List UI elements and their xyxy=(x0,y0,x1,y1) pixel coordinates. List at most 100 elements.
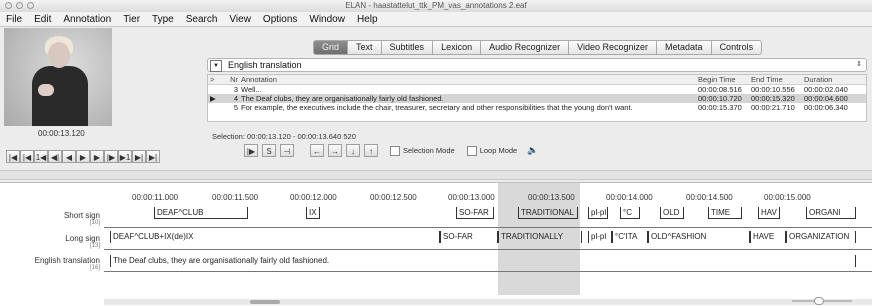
menu-options[interactable]: Options xyxy=(257,14,303,25)
media-timecode: 00:00:13.120 xyxy=(38,129,85,138)
short-sign-annotation[interactable]: IX xyxy=(306,207,320,219)
play-button[interactable]: ▶ xyxy=(76,150,90,163)
loop-mode-checkbox[interactable]: Loop Mode xyxy=(466,145,517,156)
toggle-crosshair-button[interactable]: ⊣ xyxy=(280,144,294,157)
long-sign-annotation[interactable]: pl-pl xyxy=(588,231,612,243)
short-sign-annotation[interactable]: DEAF^CLUB xyxy=(154,207,248,219)
tab-lexicon[interactable]: Lexicon xyxy=(433,40,482,55)
short-sign-annotation[interactable]: OLD xyxy=(660,207,684,219)
previous-step-button[interactable]: ◀ xyxy=(62,150,76,163)
menu-type[interactable]: Type xyxy=(146,14,180,25)
annotation-grid[interactable]: > Nr Annotation Begin Time End Time Dura… xyxy=(207,74,867,122)
time-tick: 00:00:12.500 xyxy=(370,193,417,202)
zoom-slider-knob[interactable] xyxy=(814,297,824,305)
short-sign-annotation[interactable]: SO-FAR xyxy=(456,207,494,219)
previous-frame-button[interactable]: |◀ xyxy=(20,150,34,163)
previous-second-button[interactable]: 1◀ xyxy=(34,150,48,163)
video-viewer[interactable] xyxy=(4,28,112,126)
tab-controls[interactable]: Controls xyxy=(711,40,763,55)
annotation-up-button[interactable]: ↑ xyxy=(364,144,378,157)
short-sign-annotation[interactable]: pl-pl xyxy=(588,207,608,219)
timeline-viewer[interactable]: Short sign [10] Long sign [13] English t… xyxy=(0,182,872,306)
grid-cell-annotation: The Deaf clubs, they are organisationall… xyxy=(241,94,444,103)
tab-video-recognizer[interactable]: Video Recognizer xyxy=(569,40,658,55)
tier-label-long-sign[interactable]: Long sign [13] xyxy=(0,234,100,249)
next-frame-button[interactable]: ▶| xyxy=(132,150,146,163)
video-signer-hand xyxy=(38,84,54,96)
grid-header-duration[interactable]: Duration xyxy=(804,75,859,84)
short-sign-annotation[interactable]: TRADITIONAL xyxy=(518,207,578,219)
zoom-slider[interactable] xyxy=(792,297,852,305)
waveform-strip[interactable] xyxy=(0,170,872,180)
grid-header: > Nr Annotation Begin Time End Time Dura… xyxy=(208,75,866,85)
table-row-selected[interactable]: ▶ 4 The Deaf clubs, they are organisatio… xyxy=(208,94,866,103)
tier-select-arrow-icon[interactable]: ▼ xyxy=(210,60,222,72)
tier-label-english-translation[interactable]: English translation [16] xyxy=(0,256,100,271)
long-sign-annotation[interactable]: SO-FAR xyxy=(440,231,498,243)
long-sign-annotation[interactable]: DEAF^CLUB+IX(de)IX xyxy=(110,231,440,243)
long-sign-annotation[interactable]: TRADITIONALLY xyxy=(498,231,582,243)
grid-header-nr[interactable]: Nr xyxy=(220,75,238,84)
menu-tier[interactable]: Tier xyxy=(117,14,146,25)
video-signer-head xyxy=(48,42,70,68)
annotation-left-button[interactable]: ← xyxy=(310,144,324,157)
tier-select[interactable]: ▼ English translation ⇕ xyxy=(207,58,867,72)
grid-cell-end: 00:00:21.710 xyxy=(751,103,795,112)
long-sign-annotation[interactable]: OLD^FASHION xyxy=(648,231,750,243)
annotation-down-button[interactable]: ↓ xyxy=(346,144,360,157)
long-sign-annotation[interactable]: ORGANIZATION xyxy=(786,231,856,243)
english-translation-annotation[interactable]: The Deaf clubs, they are organisationall… xyxy=(110,255,856,267)
menu-view[interactable]: View xyxy=(223,14,257,25)
annotation-right-button[interactable]: → xyxy=(328,144,342,157)
time-tick: 00:00:15.000 xyxy=(764,193,811,202)
menu-search[interactable]: Search xyxy=(180,14,224,25)
grid-header-begin[interactable]: Begin Time xyxy=(698,75,748,84)
long-sign-annotation[interactable]: HAVE xyxy=(750,231,786,243)
current-row-arrow-icon: ▶ xyxy=(210,94,216,103)
go-to-end-button[interactable]: ▶| xyxy=(146,150,160,163)
tab-metadata[interactable]: Metadata xyxy=(657,40,712,55)
menu-window[interactable]: Window xyxy=(303,14,351,25)
table-row[interactable]: 5 For example, the executives include th… xyxy=(208,103,866,112)
tab-text[interactable]: Text xyxy=(348,40,382,55)
short-sign-annotation[interactable]: °C xyxy=(620,207,640,219)
next-step-button[interactable]: ▶ xyxy=(90,150,104,163)
play-selection-button[interactable]: |▶ xyxy=(244,144,258,157)
time-tick: 00:00:14.000 xyxy=(606,193,653,202)
horizontal-scrollbar[interactable] xyxy=(104,299,872,305)
tab-audio-recognizer[interactable]: Audio Recognizer xyxy=(481,40,570,55)
tier-label-short-sign[interactable]: Short sign [10] xyxy=(0,211,100,226)
previous-pixel-button[interactable]: ◀| xyxy=(48,150,62,163)
menu-help[interactable]: Help xyxy=(351,14,384,25)
tier-separator xyxy=(104,227,872,228)
long-sign-annotation[interactable]: °C'ITA xyxy=(612,231,648,243)
tab-grid[interactable]: Grid xyxy=(313,40,349,55)
checkbox-box[interactable] xyxy=(390,145,400,156)
timeline-area[interactable]: 00:00:11.000 00:00:11.500 00:00:12.000 0… xyxy=(104,183,872,306)
tab-subtitles[interactable]: Subtitles xyxy=(381,40,434,55)
checkbox-box[interactable] xyxy=(466,145,477,156)
grid-cell-begin: 00:00:08.516 xyxy=(698,85,742,94)
short-sign-annotation[interactable]: TIME xyxy=(708,207,742,219)
grid-header-marker: > xyxy=(210,75,215,84)
next-pixel-button[interactable]: |▶ xyxy=(104,150,118,163)
grid-header-annotation[interactable]: Annotation xyxy=(241,75,693,84)
table-row[interactable]: 3 Well... 00:00:08.516 00:00:10.556 00:0… xyxy=(208,85,866,94)
next-second-button[interactable]: ▶1 xyxy=(118,150,132,163)
menu-edit[interactable]: Edit xyxy=(28,14,57,25)
tier-separator xyxy=(104,249,872,250)
volume-icon[interactable]: 🔈 xyxy=(527,145,538,156)
menu-bar: File Edit Annotation Tier Type Search Vi… xyxy=(0,12,872,27)
clear-selection-button[interactable]: S xyxy=(262,144,276,157)
scrollbar-thumb[interactable] xyxy=(250,300,280,304)
grid-header-end[interactable]: End Time xyxy=(751,75,801,84)
short-sign-annotation[interactable]: ORGANI xyxy=(806,207,856,219)
time-tick: 00:00:13.000 xyxy=(448,193,495,202)
short-sign-annotation[interactable]: HAV xyxy=(758,207,780,219)
tier-count: [16] xyxy=(89,265,100,271)
menu-file[interactable]: File xyxy=(0,14,28,25)
window-title: ELAN - haastattelut_ttk_PM_vas_annotatio… xyxy=(345,1,527,10)
menu-annotation[interactable]: Annotation xyxy=(57,14,117,25)
selection-mode-checkbox[interactable]: Selection Mode xyxy=(390,145,455,156)
go-to-begin-button[interactable]: |◀ xyxy=(6,150,20,163)
